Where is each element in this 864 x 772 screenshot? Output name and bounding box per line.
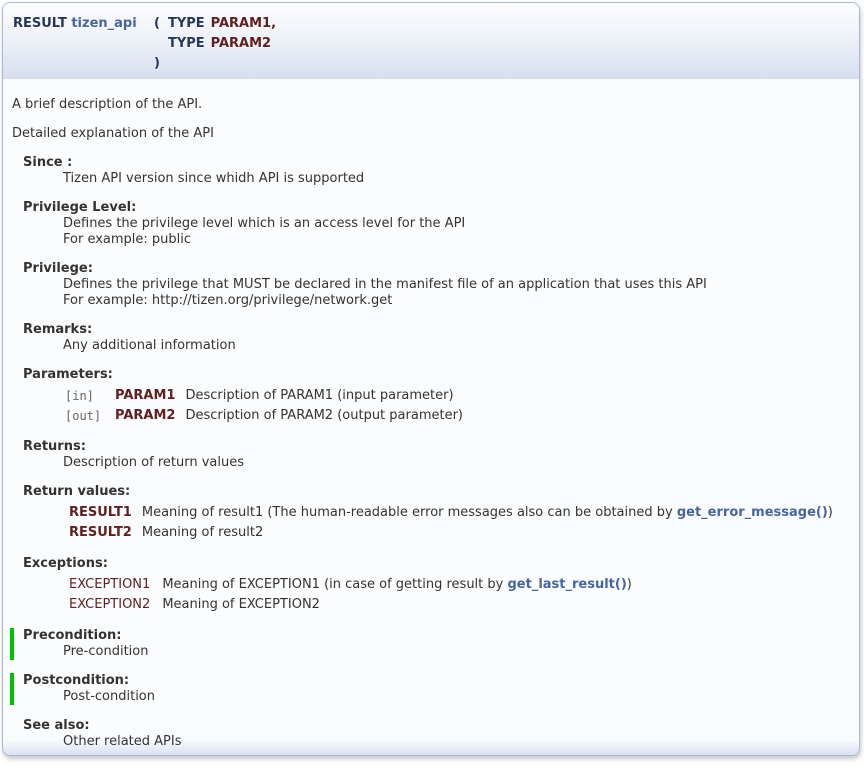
description-text: ) xyxy=(828,505,833,520)
param-direction: [in] xyxy=(63,386,115,406)
section-return-values: Return values: RESULT1 Meaning of result… xyxy=(23,484,849,543)
section-see-also: See also: Other related APIs xyxy=(23,718,849,750)
return-value-row: RESULT1 Meaning of result1 (The human-re… xyxy=(63,503,833,523)
privilege-line1: Defines the privilege that MUST be decla… xyxy=(63,277,707,292)
api-doc-body: A brief description of the API. Detailed… xyxy=(3,79,859,755)
section-privilege-level: Privilege Level: Defines the privilege l… xyxy=(23,200,849,248)
section-body: Post-condition xyxy=(63,689,849,705)
section-body: Defines the privilege level which is an … xyxy=(63,216,849,248)
section-precondition: Precondition: Pre-condition xyxy=(10,628,849,660)
section-title: Privilege: xyxy=(23,261,849,277)
return-type: RESULT xyxy=(13,16,67,31)
signature-table: RESULT tizen_api ( TYPE PARAM1, TYPE PAR… xyxy=(13,14,276,74)
section-remarks: Remarks: Any additional information xyxy=(23,322,849,354)
get-error-message-link[interactable]: get_error_message() xyxy=(677,505,828,520)
section-body: Pre-condition xyxy=(63,644,849,660)
section-title: Exceptions: xyxy=(23,556,849,572)
signature-name-cell: RESULT tizen_api xyxy=(13,14,151,34)
description-text: Meaning of result1 (The human-readable e… xyxy=(142,505,677,520)
exception-name: EXCEPTION2 xyxy=(63,595,162,615)
param-name: PARAM1, xyxy=(205,14,276,34)
function-signature-header: RESULT tizen_api ( TYPE PARAM1, TYPE PAR… xyxy=(3,3,859,79)
section-body: Other related APIs xyxy=(63,734,849,750)
section-title: Return values: xyxy=(23,484,849,500)
param-type: TYPE xyxy=(160,14,205,34)
section-body: Any additional information xyxy=(63,338,849,354)
section-title: See also: xyxy=(23,718,849,734)
privilege-line2: For example: http://tizen.org/privilege/… xyxy=(63,293,392,308)
privilege-level-line1: Defines the privilege level which is an … xyxy=(63,216,465,231)
param-name: PARAM2 xyxy=(115,406,185,426)
section-title: Returns: xyxy=(23,439,849,455)
exception-row: EXCEPTION2 Meaning of EXCEPTION2 xyxy=(63,595,632,615)
parameters-table: [in] PARAM1 Description of PARAM1 (input… xyxy=(63,386,463,426)
return-value-row: RESULT2 Meaning of result2 xyxy=(63,523,833,543)
description-text: ) xyxy=(627,577,632,592)
section-parameters: Parameters: [in] PARAM1 Description of P… xyxy=(23,367,849,426)
api-doc-card: RESULT tizen_api ( TYPE PARAM1, TYPE PAR… xyxy=(2,2,860,756)
exception-name: EXCEPTION1 xyxy=(63,575,162,595)
param-description: Description of PARAM1 (input parameter) xyxy=(185,386,463,406)
section-exceptions: Exceptions: EXCEPTION1 Meaning of EXCEPT… xyxy=(23,556,849,615)
exceptions-table: EXCEPTION1 Meaning of EXCEPTION1 (in cas… xyxy=(63,575,632,615)
return-value-description: Meaning of result2 xyxy=(142,523,833,543)
section-title: Parameters: xyxy=(23,367,849,383)
param-row: [out] PARAM2 Description of PARAM2 (outp… xyxy=(63,406,463,426)
privilege-level-line2: For example: public xyxy=(63,232,191,247)
section-body: Tizen API version since whidh API is sup… xyxy=(63,171,849,187)
return-value-name: RESULT2 xyxy=(63,523,142,543)
section-body: RESULT1 Meaning of result1 (The human-re… xyxy=(63,503,849,543)
open-paren: ( xyxy=(151,14,160,34)
function-name-link[interactable]: tizen_api xyxy=(71,16,136,31)
get-last-result-link[interactable]: get_last_result() xyxy=(507,577,626,592)
section-returns: Returns: Description of return values xyxy=(23,439,849,471)
section-body: Defines the privilege that MUST be decla… xyxy=(63,277,849,309)
param-name: PARAM1 xyxy=(115,386,185,406)
return-value-description: Meaning of result1 (The human-readable e… xyxy=(142,503,833,523)
section-title: Remarks: xyxy=(23,322,849,338)
exception-row: EXCEPTION1 Meaning of EXCEPTION1 (in cas… xyxy=(63,575,632,595)
return-value-name: RESULT1 xyxy=(63,503,142,523)
section-body: [in] PARAM1 Description of PARAM1 (input… xyxy=(63,386,849,426)
param-direction: [out] xyxy=(63,406,115,426)
section-postcondition: Postcondition: Post-condition xyxy=(10,673,849,705)
exception-description: Meaning of EXCEPTION1 (in case of gettin… xyxy=(162,575,632,595)
description-text: Meaning of EXCEPTION1 (in case of gettin… xyxy=(162,577,507,592)
param-type: TYPE xyxy=(160,34,205,54)
param-description: Description of PARAM2 (output parameter) xyxy=(185,406,463,426)
section-body: Description of return values xyxy=(63,455,849,471)
section-title: Precondition: xyxy=(23,628,849,644)
param-name: PARAM2 xyxy=(205,34,276,54)
param-row: [in] PARAM1 Description of PARAM1 (input… xyxy=(63,386,463,406)
section-body: EXCEPTION1 Meaning of EXCEPTION1 (in cas… xyxy=(63,575,849,615)
section-privilege: Privilege: Defines the privilege that MU… xyxy=(23,261,849,309)
section-title: Privilege Level: xyxy=(23,200,849,216)
close-paren: ) xyxy=(151,54,160,74)
detailed-description: Detailed explanation of the API xyxy=(12,126,849,142)
section-title: Postcondition: xyxy=(23,673,849,689)
exception-description: Meaning of EXCEPTION2 xyxy=(162,595,632,615)
section-title: Since : xyxy=(23,155,849,171)
brief-description: A brief description of the API. xyxy=(12,97,849,113)
section-since: Since : Tizen API version since whidh AP… xyxy=(23,155,849,187)
return-values-table: RESULT1 Meaning of result1 (The human-re… xyxy=(63,503,833,543)
